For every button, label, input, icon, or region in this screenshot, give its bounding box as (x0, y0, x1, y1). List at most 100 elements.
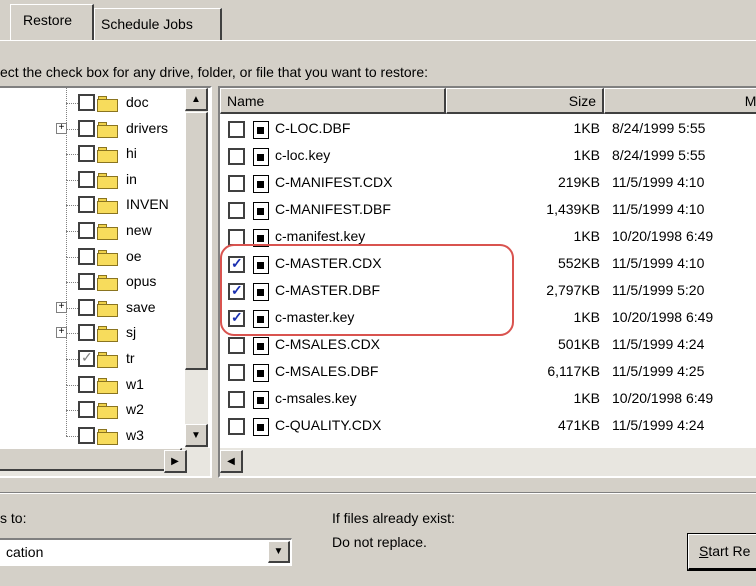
file-checkbox[interactable] (228, 202, 245, 219)
tree-item-label: sj (126, 324, 137, 341)
file-row[interactable]: C-LOC.DBF 1KB 8/24/1999 5:55 (220, 116, 756, 142)
tree-item-label: new (126, 222, 152, 238)
file-row[interactable]: C-MSALES.CDX 501KB 11/5/1999 4:24 (220, 332, 756, 358)
file-checkbox[interactable] (228, 229, 245, 246)
file-checkbox[interactable] (228, 255, 245, 273)
tree-item-checkbox[interactable] (78, 324, 95, 342)
tree-item-checkbox[interactable] (78, 349, 95, 367)
tree-item[interactable]: + sj (0, 307, 188, 346)
tab-schedule-jobs[interactable]: Schedule Jobs (94, 8, 222, 40)
file-size: 471KB (557, 417, 600, 433)
column-header-size[interactable]: Size (446, 88, 604, 114)
list-horizontal-scrollbar[interactable]: ◀ (220, 448, 756, 476)
folder-icon (97, 377, 119, 394)
tree-item[interactable]: + save (0, 281, 188, 321)
scroll-right-arrow-icon[interactable]: ▶ (164, 450, 187, 473)
file-checkbox[interactable] (228, 121, 245, 138)
file-icon (253, 418, 269, 436)
file-icon (253, 283, 269, 301)
tree-item[interactable]: hi (0, 128, 188, 167)
file-row[interactable]: c-manifest.key 1KB 10/20/1998 6:49 (220, 224, 756, 250)
file-row[interactable]: C-MASTER.CDX 552KB 11/5/1999 4:10 (220, 251, 756, 277)
folder-icon (97, 428, 119, 445)
file-checkbox[interactable] (228, 282, 245, 300)
tree-item-checkbox[interactable] (78, 119, 95, 137)
tree-item-label: oe (126, 247, 142, 264)
file-name: c-manifest.key (275, 228, 366, 244)
tree-item[interactable]: in (0, 153, 188, 193)
file-row[interactable]: C-QUALITY.CDX 471KB 11/5/1999 4:24 (220, 413, 756, 439)
file-row[interactable]: c-msales.key 1KB 10/20/1998 6:49 (220, 386, 756, 412)
file-checkbox[interactable] (228, 391, 245, 408)
tree-scroll-thumb[interactable] (185, 112, 208, 370)
file-checkbox[interactable] (228, 148, 245, 165)
tree-item-label: doc (126, 94, 149, 110)
file-modified: 11/5/1999 4:24 (612, 417, 705, 433)
tree-connector (66, 307, 78, 309)
dropdown-arrow-icon[interactable]: ▼ (268, 541, 290, 563)
file-row[interactable]: C-MANIFEST.DBF 1,439KB 11/5/1999 4:10 (220, 197, 756, 223)
tree-vertical-scrollbar[interactable]: ▲ ▼ (185, 88, 208, 448)
file-name: C-LOC.DBF (275, 120, 351, 136)
file-row[interactable]: c-master.key 1KB 10/20/1998 6:49 (220, 305, 756, 331)
file-name: C-MANIFEST.CDX (275, 174, 393, 190)
restore-to-label: s to: (0, 510, 27, 526)
tree-item[interactable]: tr (0, 333, 188, 372)
tree-item-checkbox[interactable] (78, 375, 95, 393)
tree-item-checkbox[interactable] (78, 170, 95, 188)
file-row[interactable]: C-MANIFEST.CDX 219KB 11/5/1999 4:10 (220, 170, 756, 196)
file-row[interactable]: c-loc.key 1KB 8/24/1999 5:55 (220, 143, 756, 169)
tree-connector (66, 154, 78, 156)
tree-item-checkbox[interactable] (78, 426, 95, 444)
tree-item-label: opus (126, 273, 157, 290)
file-name: C-MSALES.DBF (275, 363, 379, 379)
file-row[interactable]: C-MSALES.DBF 6,117KB 11/5/1999 4:25 (220, 359, 756, 385)
restore-location-select[interactable]: cation ▼ (0, 538, 292, 566)
scroll-left-arrow-icon[interactable]: ◀ (220, 450, 243, 473)
tree-item[interactable]: INVEN (0, 179, 188, 218)
file-checkbox[interactable] (228, 175, 245, 192)
tree-connector (66, 333, 67, 359)
tree-item-label: hi (126, 145, 137, 162)
scroll-up-arrow-icon[interactable]: ▲ (185, 88, 208, 111)
folder-icon (97, 352, 119, 368)
tree-item[interactable]: w2 (0, 384, 188, 423)
file-icon (253, 229, 269, 247)
folder-tree[interactable]: doc+drivers hi in INVEN new oe opus+save+sj tr w… (0, 86, 212, 478)
tree-item-checkbox[interactable] (78, 222, 95, 239)
column-header-modified[interactable]: Mod (604, 88, 756, 114)
file-name: C-MSALES.CDX (275, 336, 381, 352)
tree-item-checkbox[interactable] (78, 247, 95, 265)
file-list[interactable]: Name Size Mod C-LOC.DBF 1KB 8/24/1999 5:55… (218, 86, 756, 478)
tab-restore[interactable]: Restore (10, 4, 94, 40)
tree-horizontal-scrollbar[interactable]: ▶ (0, 448, 210, 476)
start-restore-button[interactable]: Start Re (687, 533, 756, 571)
tree-hscroll-thumb[interactable] (0, 448, 182, 471)
tree-item-checkbox[interactable] (78, 94, 95, 111)
tree-connector (66, 384, 78, 386)
tree-item[interactable]: + drivers (0, 102, 188, 142)
tree-item-checkbox[interactable] (78, 298, 95, 316)
tree-item[interactable]: doc (0, 88, 188, 116)
column-header-name[interactable]: Name (220, 88, 446, 114)
file-checkbox[interactable] (228, 364, 245, 381)
file-row[interactable]: C-MASTER.DBF 2,797KB 11/5/1999 5:20 (220, 278, 756, 304)
tree-item-checkbox[interactable] (78, 401, 95, 419)
tree-item[interactable]: oe (0, 230, 188, 270)
tree-item[interactable]: new (0, 205, 188, 244)
tree-connector (66, 205, 78, 207)
tree-connector (66, 359, 78, 360)
tree-item[interactable]: opus (0, 256, 188, 295)
tree-item[interactable]: w1 (0, 358, 188, 398)
tree-item[interactable]: w3 (0, 409, 188, 449)
file-name: C-MASTER.CDX (275, 255, 382, 271)
file-checkbox[interactable] (228, 337, 245, 354)
tree-item-checkbox[interactable] (78, 273, 95, 291)
file-name: C-MANIFEST.DBF (275, 201, 391, 217)
scroll-down-arrow-icon[interactable]: ▼ (185, 424, 208, 447)
file-checkbox[interactable] (228, 309, 245, 327)
tree-item-checkbox[interactable] (78, 196, 95, 214)
file-checkbox[interactable] (228, 418, 245, 435)
tree-item-checkbox[interactable] (78, 145, 95, 163)
file-modified: 8/24/1999 5:55 (612, 147, 706, 163)
